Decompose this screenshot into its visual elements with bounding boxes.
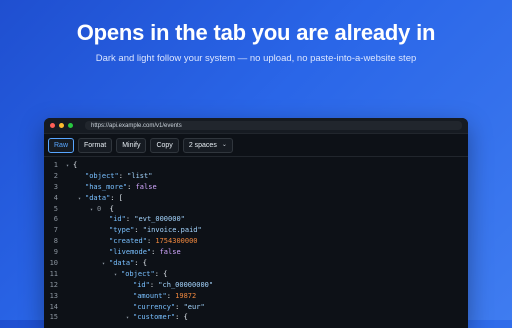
browser-window: https://api.example.com/v1/events Raw Fo…: [44, 118, 468, 328]
code-line: 2 "object": "list": [44, 171, 468, 182]
code-content: ▾{: [66, 160, 77, 171]
code-token: "object": [85, 171, 119, 180]
line-number: 7: [53, 226, 58, 235]
close-window-icon[interactable]: [50, 123, 55, 128]
code-line: 3 "has_more": false: [44, 182, 468, 193]
code-token: :: [118, 171, 128, 180]
code-token: "currency": [133, 302, 176, 311]
line-number: 12: [49, 280, 58, 289]
line-number: 6: [53, 215, 58, 224]
maximize-window-icon[interactable]: [68, 123, 73, 128]
code-token: : {: [175, 313, 188, 322]
code-token: :: [151, 248, 160, 257]
code-line: 15 ▾ "customer": {: [44, 312, 468, 323]
line-number: 3: [53, 182, 58, 191]
code-token: "ch_00000000": [158, 280, 214, 289]
format-button[interactable]: Format: [78, 137, 113, 153]
copy-button[interactable]: Copy: [150, 137, 179, 153]
code-token: "eur": [183, 302, 205, 311]
line-number: 9: [53, 248, 58, 257]
hero-title: Opens in the tab you are already in: [76, 20, 436, 45]
json-viewer-toolbar: Raw Format Minify Copy 2 spaces ⌄: [44, 134, 468, 157]
address-bar-url: https://api.example.com/v1/events: [91, 122, 182, 129]
code-token: {: [101, 204, 114, 213]
line-number: 14: [49, 302, 58, 311]
code-token: : [: [110, 193, 123, 202]
code-content: ▾ 0 {: [66, 204, 114, 215]
code-token: "invoice.paid": [142, 226, 202, 235]
code-token: "amount": [133, 291, 167, 300]
code-content: "object": "list": [66, 171, 152, 182]
collapse-toggle-icon[interactable]: ▾: [126, 313, 133, 324]
code-line: 1 ▾{: [44, 160, 468, 171]
code-token: :: [127, 182, 136, 191]
code-line: 7 "type": "invoice.paid": [44, 225, 468, 236]
indent-select-value: 2 spaces: [188, 141, 217, 149]
line-number: 1: [53, 161, 58, 169]
code-token: "has_more": [85, 182, 128, 191]
code-line: 14 "currency": "eur": [44, 302, 468, 313]
code-content: "currency": "eur": [66, 302, 205, 313]
raw-button[interactable]: Raw: [48, 137, 75, 153]
code-token: "customer": [133, 313, 176, 322]
code-token: "data": [109, 259, 135, 268]
indent-select[interactable]: 2 spaces ⌄: [182, 137, 233, 153]
minify-button[interactable]: Minify: [116, 137, 147, 153]
code-content: "livemode": false: [66, 247, 181, 258]
code-token: "evt_000000": [134, 215, 185, 224]
code-content: "has_more": false: [66, 182, 157, 193]
code-token: false: [159, 248, 181, 257]
code-token: 1754300000: [155, 237, 198, 246]
code-token: "livemode": [109, 248, 152, 257]
code-token: :: [134, 226, 143, 235]
code-line: 13 "amount": 19872: [44, 291, 468, 302]
minimize-window-icon[interactable]: [59, 123, 64, 128]
code-content: ▾ "customer": {: [66, 312, 188, 323]
browser-titlebar: https://api.example.com/v1/events: [44, 118, 468, 134]
code-content: ▾ "data": [: [66, 193, 123, 204]
json-code-view: 1 ▾{2 "object": "list" 3 "has_more": false 4 ▾…: [44, 157, 468, 323]
line-number: 13: [49, 291, 58, 300]
code-line: 9 "livemode": false: [44, 247, 468, 258]
code-content: ▾ "object": {: [66, 269, 167, 280]
code-line: 11 ▾ "object": {: [44, 269, 468, 280]
code-token: :: [175, 302, 184, 311]
code-line: 12 "id": "ch_00000000": [44, 280, 468, 291]
address-bar[interactable]: https://api.example.com/v1/events: [85, 121, 462, 130]
code-content: ▾ "data": {: [66, 258, 147, 269]
code-token: "id": [109, 215, 126, 224]
code-content: "type": "invoice.paid": [66, 225, 202, 236]
chevron-down-icon: ⌄: [221, 142, 227, 148]
code-token: false: [135, 182, 157, 191]
code-token: "object": [121, 269, 155, 278]
code-token: "list": [127, 171, 153, 180]
code-token: "type": [109, 226, 135, 235]
code-content: "created": 1754300000: [66, 236, 198, 247]
code-content: "id": "evt_000000": [66, 214, 185, 225]
code-line: 4 ▾ "data": [: [44, 193, 468, 204]
code-line: 6 "id": "evt_000000": [44, 214, 468, 225]
code-token: "id": [133, 280, 150, 289]
code-line: 8 "created": 1754300000: [44, 236, 468, 247]
code-token: "data": [85, 193, 111, 202]
line-number: 8: [53, 237, 58, 246]
code-line: 5 ▾ 0 {: [44, 204, 468, 215]
hero-subtitle: Dark and light follow your system — no u…: [95, 53, 417, 64]
line-number: 4: [53, 193, 58, 202]
line-number: 15: [49, 313, 58, 322]
code-content: "amount": 19872: [66, 291, 196, 302]
code-content: "id": "ch_00000000": [66, 280, 213, 291]
line-number: 2: [53, 171, 58, 180]
line-number: 5: [53, 204, 58, 213]
code-token: :: [166, 291, 176, 300]
code-token: : {: [154, 269, 168, 278]
line-number: 11: [49, 269, 58, 278]
code-line: 10 ▾ "data": {: [44, 258, 468, 269]
code-token: "created": [109, 237, 147, 246]
code-token: {: [73, 161, 78, 169]
code-token: 19872: [175, 291, 197, 300]
line-number: 10: [49, 259, 58, 268]
code-token: : {: [134, 259, 147, 268]
